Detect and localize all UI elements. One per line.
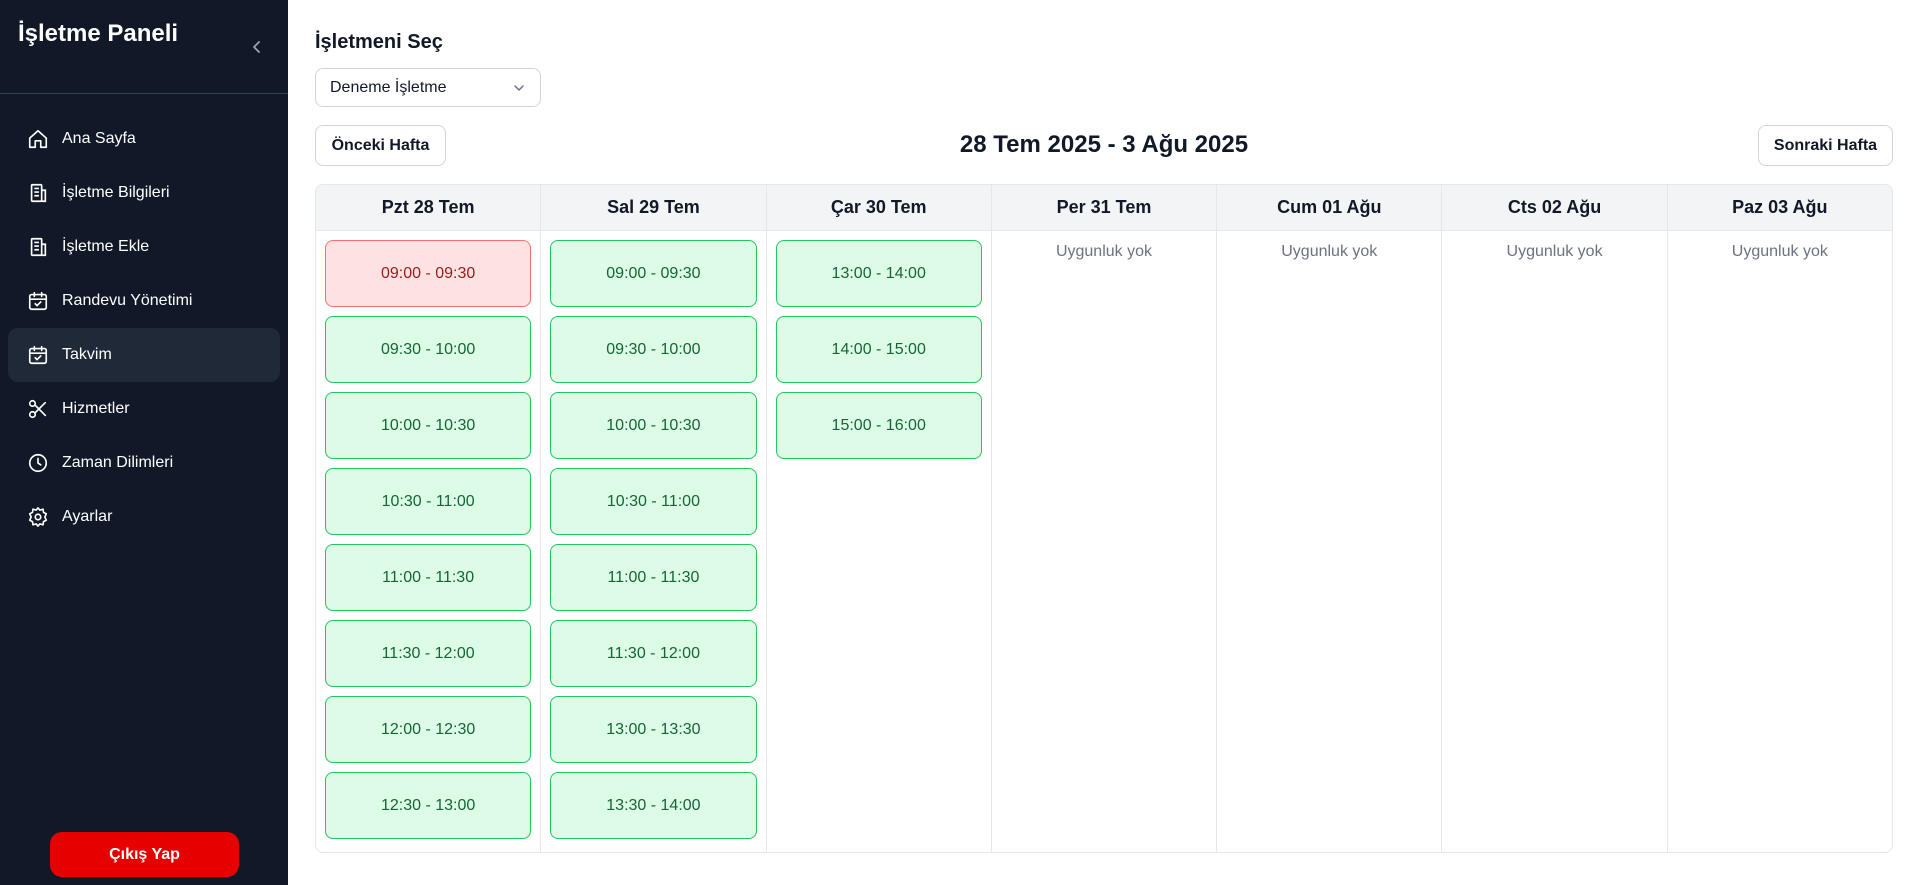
slot-list: 09:00 - 09:30 09:30 - 10:00 10:00 - 10:30 1… [541, 231, 765, 839]
home-icon [26, 127, 50, 151]
sidebar-nav: Ana Sayfa İşletme Bilgileri İşletme Ekle… [8, 112, 280, 544]
day-column: Cts 02 Ağu Uygunluk yok [1442, 185, 1668, 852]
sidebar-item-label: Ana Sayfa [62, 130, 136, 147]
sidebar-item-label: İşletme Bilgileri [62, 184, 170, 201]
clock-icon [26, 451, 50, 475]
time-slot-available[interactable]: 12:00 - 12:30 [325, 696, 532, 763]
sidebar-item-label: Randevu Yönetimi [62, 292, 193, 309]
day-header: Cum 01 Ağu [1217, 185, 1442, 231]
time-slot-available[interactable]: 09:30 - 10:00 [325, 316, 532, 383]
time-slot-available[interactable]: 09:00 - 09:30 [550, 240, 757, 307]
day-column: Çar 30 Tem 13:00 - 14:00 14:00 - 15:00 15:0… [766, 185, 992, 852]
no-availability-text: Uygunluk yok [1506, 243, 1603, 260]
time-slot-available[interactable]: 09:30 - 10:00 [550, 316, 757, 383]
previous-week-button[interactable]: Önceki Hafta [315, 125, 446, 166]
no-availability-text: Uygunluk yok [1055, 243, 1152, 260]
time-slot-available[interactable]: 13:00 - 14:00 [775, 240, 982, 307]
day-header: Sal 29 Tem [541, 185, 766, 231]
slot-list: 09:00 - 09:30 09:30 - 10:00 10:00 - 10:30 1… [316, 231, 540, 839]
sidebar-item-takvim[interactable]: Takvim [8, 328, 280, 382]
next-week-button[interactable]: Sonraki Hafta [1758, 125, 1893, 166]
sidebar-item-isletme-bilgileri[interactable]: İşletme Bilgileri [8, 166, 280, 220]
building-add-icon [26, 235, 50, 259]
sidebar-item-label: Zaman Dilimleri [62, 454, 174, 471]
building-icon [26, 181, 50, 205]
sidebar-item-label: Takvim [62, 346, 112, 363]
sidebar-item-label: İşletme Ekle [62, 238, 150, 255]
time-slot-available[interactable]: 11:30 - 12:00 [550, 620, 757, 687]
time-slot-available[interactable]: 11:00 - 11:30 [325, 544, 532, 611]
time-slot-available[interactable]: 13:00 - 13:30 [550, 696, 757, 763]
time-slot-available[interactable]: 10:00 - 10:30 [550, 392, 757, 459]
logout-button[interactable]: Çıkış Yap [50, 832, 239, 877]
day-column: Paz 03 Ağu Uygunluk yok [1667, 185, 1892, 852]
sidebar-item-label: Ayarlar [62, 508, 113, 525]
sidebar-item-label: Hizmetler [62, 400, 130, 417]
day-header: Paz 03 Ağu [1667, 185, 1892, 231]
no-availability-text: Uygunluk yok [1281, 243, 1378, 260]
time-slot-available[interactable]: 14:00 - 15:00 [775, 316, 982, 383]
time-slot-available[interactable]: 11:00 - 11:30 [550, 544, 757, 611]
day-header: Pzt 28 Tem [316, 185, 541, 231]
sidebar-item-ayarlar[interactable]: Ayarlar [8, 490, 280, 544]
calendar-check-icon [26, 289, 50, 313]
week-range-title: 28 Tem 2025 - 3 Ağu 2025 [959, 131, 1249, 158]
day-column: Pzt 28 Tem 09:00 - 09:30 09:30 - 10:00 10:0… [316, 185, 542, 852]
sidebar-item-ana-sayfa[interactable]: Ana Sayfa [8, 112, 280, 166]
day-header: Per 31 Tem [991, 185, 1217, 231]
collapse-sidebar-button[interactable] [244, 34, 270, 60]
sidebar: İşletme Paneli Ana Sayfa İşletme Bilgile… [0, 0, 288, 885]
day-header: Çar 30 Tem [766, 185, 991, 231]
calendar-icon [26, 343, 50, 367]
scissors-icon [26, 397, 50, 421]
day-column: Sal 29 Tem 09:00 - 09:30 09:30 - 10:00 10:0… [541, 185, 767, 852]
sidebar-header: İşletme Paneli [0, 0, 288, 94]
time-slot-available[interactable]: 10:30 - 11:00 [325, 468, 532, 535]
time-slot-booked[interactable]: 09:00 - 09:30 [325, 240, 532, 307]
business-select[interactable]: Deneme İşletme [315, 68, 541, 107]
time-slot-available[interactable]: 10:00 - 10:30 [325, 392, 532, 459]
slot-list: 13:00 - 14:00 14:00 - 15:00 15:00 - 16:00 [767, 231, 991, 459]
chevron-left-icon [253, 41, 260, 53]
no-availability-text: Uygunluk yok [1731, 243, 1828, 260]
time-slot-available[interactable]: 13:30 - 14:00 [550, 772, 757, 839]
time-slot-available[interactable]: 12:30 - 13:00 [325, 772, 532, 839]
main-content: İşletmeni Seç Deneme İşletme Önceki Haft… [288, 0, 1920, 885]
brand-title: İşletme Paneli [18, 20, 179, 47]
sidebar-item-hizmetler[interactable]: Hizmetler [8, 382, 280, 436]
day-column: Cum 01 Ağu Uygunluk yok [1217, 185, 1443, 852]
day-column: Per 31 Tem Uygunluk yok [991, 185, 1218, 852]
chevron-down-icon [514, 85, 524, 91]
week-calendar: Pzt 28 Tem 09:00 - 09:30 09:30 - 10:00 10:0… [315, 184, 1893, 853]
sidebar-item-isletme-ekle[interactable]: İşletme Ekle [8, 220, 280, 274]
sidebar-item-zaman-dilimleri[interactable]: Zaman Dilimleri [8, 436, 280, 490]
time-slot-available[interactable]: 15:00 - 16:00 [775, 392, 982, 459]
time-slot-available[interactable]: 10:30 - 11:00 [550, 468, 757, 535]
gear-icon [26, 505, 50, 529]
sidebar-item-randevu-yonetimi[interactable]: Randevu Yönetimi [8, 274, 280, 328]
day-header: Cts 02 Ağu [1442, 185, 1667, 231]
time-slot-available[interactable]: 11:30 - 12:00 [325, 620, 532, 687]
page-title: İşletmeni Seç [315, 31, 443, 53]
business-select-value: Deneme İşletme [330, 78, 447, 96]
